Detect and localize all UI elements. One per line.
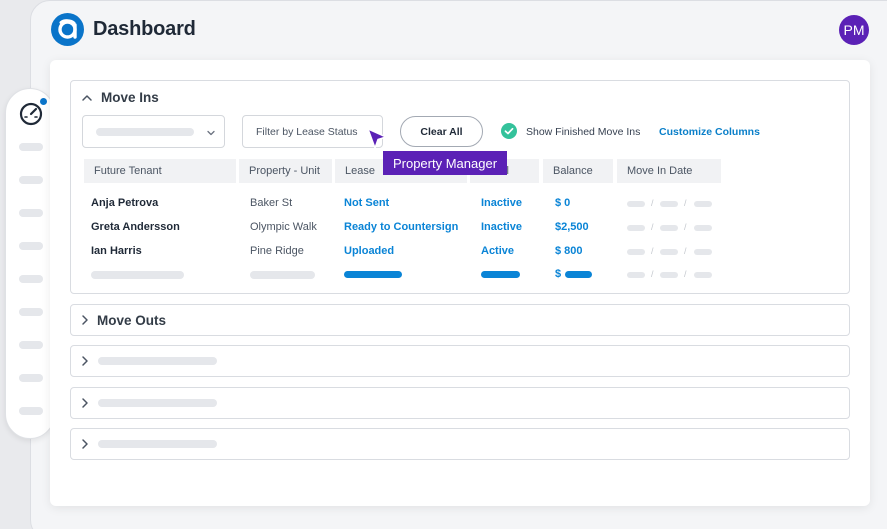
lease-status[interactable]: Uploaded bbox=[344, 245, 394, 257]
date-separator: / bbox=[651, 246, 654, 256]
chevron-right-icon[interactable] bbox=[79, 314, 91, 326]
lease-status[interactable]: Not Sent bbox=[344, 197, 389, 209]
property-unit: Olympic Walk bbox=[250, 221, 317, 233]
chevron-up-icon[interactable] bbox=[81, 92, 93, 104]
date-placeholder bbox=[694, 201, 712, 207]
date-placeholder bbox=[627, 272, 645, 278]
sidebar-item[interactable] bbox=[19, 143, 43, 151]
chevron-right-icon[interactable] bbox=[79, 397, 91, 409]
checkmark-icon bbox=[504, 127, 514, 135]
balance[interactable]: $ 0 bbox=[555, 197, 570, 209]
placeholder-bar bbox=[250, 271, 315, 279]
pointer-cursor-icon bbox=[367, 128, 387, 149]
placeholder-bar bbox=[98, 357, 217, 365]
logo-a-icon bbox=[58, 19, 77, 39]
sidebar-item[interactable] bbox=[19, 242, 43, 250]
sidebar-item[interactable] bbox=[19, 308, 43, 316]
sidebar-item[interactable] bbox=[19, 374, 43, 382]
column-header-tenant[interactable]: Future Tenant bbox=[84, 159, 236, 183]
date-separator: / bbox=[651, 269, 654, 279]
placeholder-bar bbox=[91, 271, 184, 279]
show-finished-label: Show Finished Move Ins bbox=[526, 126, 641, 138]
move-outs-section[interactable] bbox=[70, 304, 850, 336]
chevron-right-icon[interactable] bbox=[79, 355, 91, 367]
lease-status[interactable]: Ready to Countersign bbox=[344, 221, 458, 233]
property-select[interactable] bbox=[82, 115, 225, 148]
date-placeholder bbox=[660, 201, 678, 207]
page-title: Dashboard bbox=[93, 18, 196, 40]
date-placeholder bbox=[627, 201, 645, 207]
date-placeholder bbox=[694, 272, 712, 278]
date-placeholder bbox=[694, 225, 712, 231]
status[interactable]: Inactive bbox=[481, 197, 522, 209]
property-unit: Pine Ridge bbox=[250, 245, 304, 257]
balance[interactable]: $ 800 bbox=[555, 245, 583, 257]
notification-dot bbox=[39, 97, 48, 106]
status[interactable]: Inactive bbox=[481, 221, 522, 233]
date-placeholder bbox=[660, 249, 678, 255]
tenant-name[interactable]: Ian Harris bbox=[91, 245, 142, 257]
date-placeholder bbox=[660, 225, 678, 231]
tenant-name[interactable]: Greta Andersson bbox=[91, 221, 180, 233]
date-separator: / bbox=[684, 269, 687, 279]
cursor-tooltip: Property Manager bbox=[383, 151, 507, 175]
balance-prefix: $ bbox=[555, 268, 562, 280]
column-header-balance[interactable]: Balance bbox=[543, 159, 613, 183]
sidebar-item[interactable] bbox=[19, 209, 43, 217]
property-unit: Baker St bbox=[250, 197, 293, 209]
date-placeholder bbox=[694, 249, 712, 255]
customize-columns-link[interactable]: Customize Columns bbox=[659, 126, 760, 138]
status[interactable]: Active bbox=[481, 245, 514, 257]
clear-all-button[interactable]: Clear All bbox=[400, 116, 483, 147]
move-ins-section bbox=[70, 80, 850, 294]
column-header-property[interactable]: Property - Unit bbox=[239, 159, 332, 183]
placeholder-bar bbox=[565, 271, 592, 278]
chevron-right-icon[interactable] bbox=[79, 438, 91, 450]
show-finished-checkbox[interactable] bbox=[501, 123, 517, 139]
sidebar-item[interactable] bbox=[19, 407, 43, 415]
placeholder-bar bbox=[481, 271, 520, 278]
sidebar-rail bbox=[5, 88, 55, 439]
placeholder-bar bbox=[344, 271, 402, 278]
tenant-name[interactable]: Anja Petrova bbox=[91, 197, 158, 209]
balance[interactable]: $2,500 bbox=[555, 221, 589, 233]
placeholder-bar bbox=[98, 399, 217, 407]
move-ins-title[interactable]: Move Ins bbox=[101, 90, 159, 105]
date-placeholder bbox=[627, 225, 645, 231]
date-separator: / bbox=[684, 198, 687, 208]
avatar[interactable]: PM bbox=[839, 15, 869, 45]
sidebar-item[interactable] bbox=[19, 176, 43, 184]
move-outs-title[interactable]: Move Outs bbox=[97, 313, 166, 328]
column-header-move-in-date[interactable]: Move In Date bbox=[617, 159, 721, 183]
app-logo[interactable] bbox=[51, 13, 84, 46]
placeholder-bar bbox=[96, 128, 194, 136]
date-separator: / bbox=[651, 198, 654, 208]
sidebar-item[interactable] bbox=[19, 341, 43, 349]
chevron-down-icon bbox=[207, 130, 215, 136]
sidebar-item[interactable] bbox=[19, 275, 43, 283]
date-separator: / bbox=[651, 222, 654, 232]
date-placeholder bbox=[627, 249, 645, 255]
date-separator: / bbox=[684, 246, 687, 256]
date-placeholder bbox=[660, 272, 678, 278]
placeholder-bar bbox=[98, 440, 217, 448]
date-separator: / bbox=[684, 222, 687, 232]
lease-status-filter[interactable]: Filter by Lease Status bbox=[242, 115, 383, 148]
